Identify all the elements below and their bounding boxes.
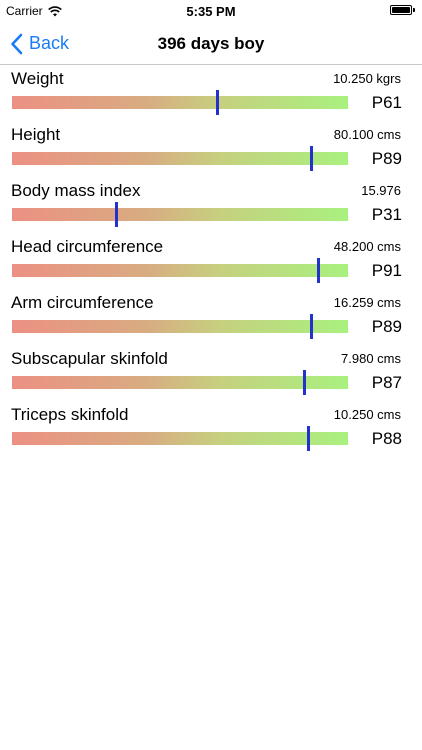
percentile-marker xyxy=(310,314,314,339)
percentile-marker xyxy=(310,146,314,171)
measurement-value: 15.976 xyxy=(361,183,401,198)
percentile-marker xyxy=(303,370,307,395)
measurement-row: Arm circumference 16.259 cms P89 xyxy=(0,290,422,346)
percentile-marker xyxy=(215,90,219,115)
measurement-name: Weight xyxy=(11,69,64,88)
measurement-name: Height xyxy=(11,125,61,144)
status-bar: Carrier 5:35 PM xyxy=(0,0,422,22)
measurement-name: Head circumference xyxy=(11,237,164,256)
measurement-row: Height 80.100 cms P89 xyxy=(0,122,422,178)
percentile-label: P89 xyxy=(371,317,402,336)
measurement-value: 80.100 cms xyxy=(333,127,401,142)
percentile-label: P88 xyxy=(371,429,402,448)
percentile-bar xyxy=(12,264,348,277)
measurement-name: Arm circumference xyxy=(11,293,154,312)
measurement-value: 16.259 cms xyxy=(333,295,401,310)
percentile-marker xyxy=(316,258,320,283)
percentile-marker xyxy=(115,202,119,227)
percentile-label: P91 xyxy=(371,261,402,280)
measurement-value: 48.200 cms xyxy=(333,239,401,254)
percentile-bar xyxy=(12,432,348,445)
measurement-name: Subscapular skinfold xyxy=(11,349,168,368)
battery-icon xyxy=(390,5,415,15)
percentile-label: P87 xyxy=(371,373,402,392)
measurement-value: 10.250 cms xyxy=(333,407,401,422)
measurement-row: Subscapular skinfold 7.980 cms P87 xyxy=(0,346,422,402)
percentile-bar xyxy=(12,152,348,165)
percentile-bar xyxy=(12,320,348,333)
measurement-value: 10.250 kgrs xyxy=(333,71,401,86)
measurement-name: Triceps skinfold xyxy=(11,405,129,424)
measurement-list: Weight 10.250 kgrs P61 Height 80.100 cms P89 B… xyxy=(0,66,422,458)
percentile-label: P31 xyxy=(371,205,402,224)
measurement-row: Head circumference 48.200 cms P91 xyxy=(0,234,422,290)
percentile-label: P89 xyxy=(371,149,402,168)
measurement-row: Weight 10.250 kgrs P61 xyxy=(0,66,422,122)
measurement-row: Triceps skinfold 10.250 cms P88 xyxy=(0,402,422,458)
measurement-value: 7.980 cms xyxy=(341,351,401,366)
measurement-name: Body mass index xyxy=(11,181,141,200)
percentile-bar xyxy=(12,376,348,389)
measurement-row: Body mass index 15.976 P31 xyxy=(0,178,422,234)
percentile-bar xyxy=(12,208,348,221)
status-time: 5:35 PM xyxy=(186,4,236,19)
percentile-label: P61 xyxy=(371,93,402,112)
percentile-bar xyxy=(12,96,348,109)
page-title: 396 days boy xyxy=(157,34,265,53)
navigation-bar: Back 396 days boy xyxy=(0,22,422,65)
percentile-marker xyxy=(306,426,310,451)
